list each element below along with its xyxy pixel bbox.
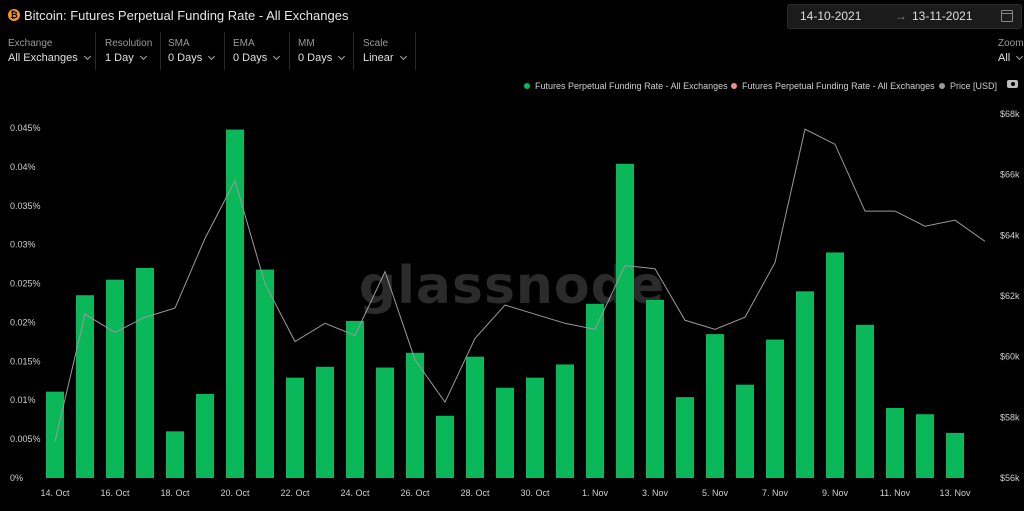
- y-left-tick-label: 0.02%: [10, 317, 36, 327]
- x-tick-label: 7. Nov: [762, 488, 789, 498]
- y-right-tick-label: $58k: [1000, 412, 1020, 422]
- funding-rate-bar[interactable]: [946, 432, 964, 478]
- y-right-tick-label: $64k: [1000, 230, 1020, 240]
- y-left-tick-label: 0.005%: [10, 434, 41, 444]
- y-left-tick-label: 0.045%: [10, 123, 41, 133]
- funding-rate-bar[interactable]: [496, 387, 514, 478]
- y-left-tick-label: 0.01%: [10, 395, 36, 405]
- x-tick-label: 28. Oct: [460, 488, 490, 498]
- y-left-tick-label: 0%: [10, 473, 23, 483]
- x-tick-label: 24. Oct: [340, 488, 370, 498]
- x-tick-label: 1. Nov: [582, 488, 609, 498]
- y-right-tick-label: $56k: [1000, 473, 1020, 483]
- funding-rate-bar[interactable]: [106, 279, 124, 478]
- x-tick-label: 20. Oct: [220, 488, 250, 498]
- funding-rate-bar[interactable]: [556, 364, 574, 478]
- funding-rate-bar[interactable]: [676, 397, 694, 478]
- funding-rate-bar[interactable]: [346, 320, 364, 478]
- x-tick-label: 14. Oct: [40, 488, 70, 498]
- x-tick-label: 5. Nov: [702, 488, 729, 498]
- funding-rate-bar[interactable]: [316, 366, 334, 478]
- funding-rate-bar[interactable]: [376, 367, 394, 478]
- funding-rate-bar[interactable]: [796, 291, 814, 478]
- funding-rate-bar[interactable]: [46, 391, 64, 478]
- x-tick-label: 11. Nov: [880, 488, 911, 498]
- y-left-tick-label: 0.015%: [10, 356, 41, 366]
- funding-rate-bar[interactable]: [526, 377, 544, 478]
- funding-rate-bar[interactable]: [166, 431, 184, 478]
- funding-rate-bar[interactable]: [616, 163, 634, 478]
- funding-rate-bar[interactable]: [856, 324, 874, 478]
- y-left-tick-label: 0.025%: [10, 279, 41, 289]
- funding-rate-chart: glassnode 0%0.005%0.01%0.015%0.02%0.025%…: [10, 109, 1020, 498]
- y-right-tick-label: $66k: [1000, 170, 1020, 180]
- y-right-tick-label: $68k: [1000, 109, 1020, 119]
- x-tick-label: 3. Nov: [642, 488, 669, 498]
- funding-rate-bar[interactable]: [886, 408, 904, 478]
- funding-rate-bar[interactable]: [256, 269, 274, 478]
- funding-rate-bar[interactable]: [466, 356, 484, 478]
- x-tick-label: 13. Nov: [939, 488, 971, 498]
- x-tick-label: 16. Oct: [100, 488, 130, 498]
- funding-rate-bar[interactable]: [586, 303, 604, 478]
- funding-rate-bar[interactable]: [736, 384, 754, 478]
- funding-rate-bar[interactable]: [706, 334, 724, 478]
- funding-rate-bar[interactable]: [136, 268, 154, 478]
- y-right-tick-label: $60k: [1000, 352, 1020, 362]
- x-tick-label: 30. Oct: [520, 488, 550, 498]
- y-left-tick-label: 0.035%: [10, 201, 41, 211]
- x-tick-label: 22. Oct: [280, 488, 310, 498]
- y-left-tick-label: 0.03%: [10, 240, 36, 250]
- y-right-tick-label: $62k: [1000, 291, 1020, 301]
- funding-rate-bar[interactable]: [436, 415, 454, 478]
- x-tick-label: 26. Oct: [400, 488, 430, 498]
- funding-rate-bar[interactable]: [76, 295, 94, 478]
- funding-rate-bar[interactable]: [406, 352, 424, 478]
- funding-rate-bar[interactable]: [286, 377, 304, 478]
- funding-rate-bar[interactable]: [826, 252, 844, 478]
- funding-rate-bar[interactable]: [196, 394, 214, 478]
- x-tick-label: 9. Nov: [822, 488, 849, 498]
- x-tick-label: 18. Oct: [160, 488, 190, 498]
- funding-rate-bar[interactable]: [766, 339, 784, 478]
- funding-rate-bar[interactable]: [916, 414, 934, 478]
- y-left-tick-label: 0.04%: [10, 162, 36, 172]
- funding-rate-bar[interactable]: [646, 299, 664, 478]
